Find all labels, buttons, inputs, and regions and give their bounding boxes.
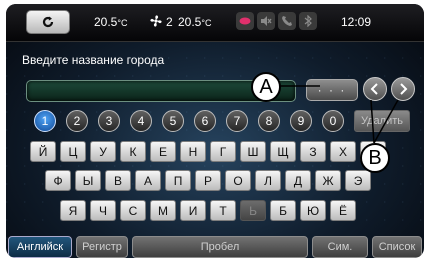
callout-lines <box>280 85 399 144</box>
callout-b: B <box>360 143 390 173</box>
callout-a: A <box>251 72 281 102</box>
